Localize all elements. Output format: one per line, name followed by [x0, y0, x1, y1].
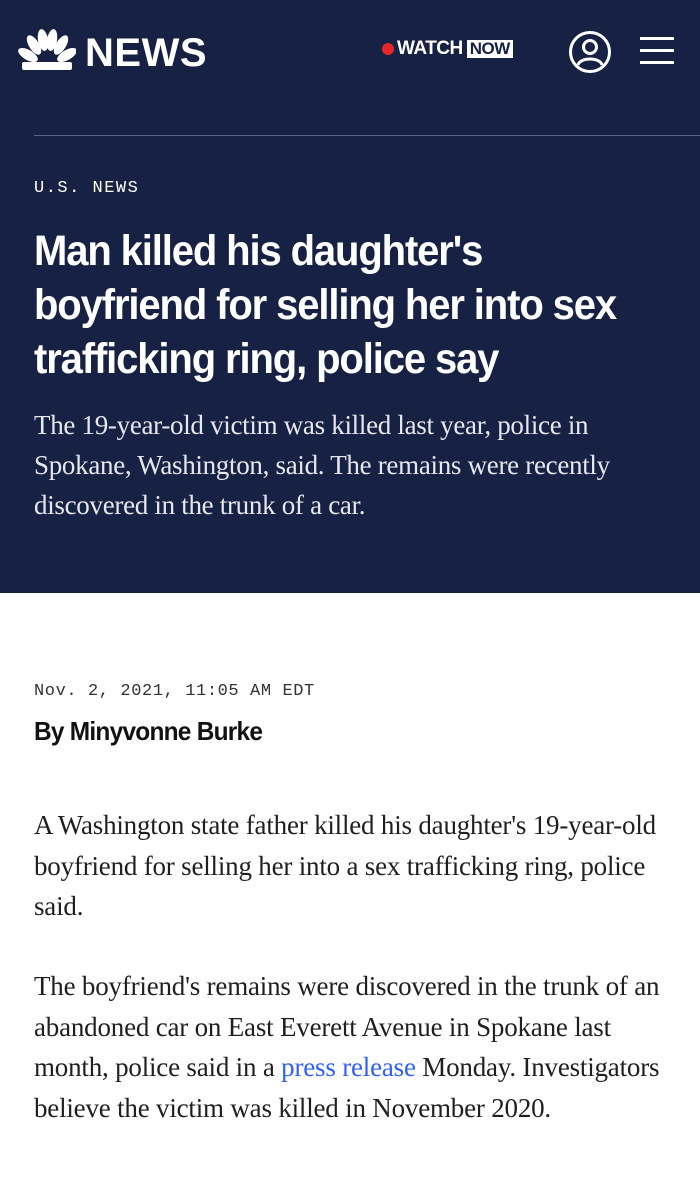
now-badge: NOW	[466, 40, 513, 58]
watch-label: WATCH	[397, 38, 463, 59]
menu-line	[640, 61, 674, 64]
top-navigation-bar: NEWS WATCH NOW	[0, 0, 700, 100]
peacock-icon	[18, 28, 77, 77]
publish-date: Nov. 2, 2021, 11:05 AM EDT	[34, 682, 315, 701]
nbc-news-logo[interactable]: NEWS	[18, 28, 207, 77]
press-release-link[interactable]: press release	[281, 1052, 416, 1082]
header-divider	[34, 135, 700, 136]
article-paragraph-1: A Washington state father killed his dau…	[34, 810, 656, 921]
section-label[interactable]: U.S. NEWS	[34, 179, 139, 198]
watch-now-button[interactable]: WATCH NOW	[382, 38, 513, 60]
logo-wordmark: NEWS	[85, 30, 207, 75]
article-headline: Man killed his daughter's boyfriend for …	[34, 227, 617, 383]
byline[interactable]: By Minyvonne Burke	[34, 716, 263, 747]
article-paragraph-2: The boyfriend's remains were discovered …	[34, 966, 664, 1128]
article-dek: The 19-year-old victim was killed last y…	[34, 410, 610, 520]
article-hero: NEWS WATCH NOW U.S. NEWS Man killed his …	[0, 0, 700, 593]
account-icon	[568, 31, 612, 78]
menu-line	[640, 37, 674, 40]
hamburger-menu-button[interactable]	[640, 37, 674, 65]
menu-line	[640, 49, 674, 52]
live-dot-icon	[382, 43, 394, 55]
account-button[interactable]	[568, 30, 612, 74]
